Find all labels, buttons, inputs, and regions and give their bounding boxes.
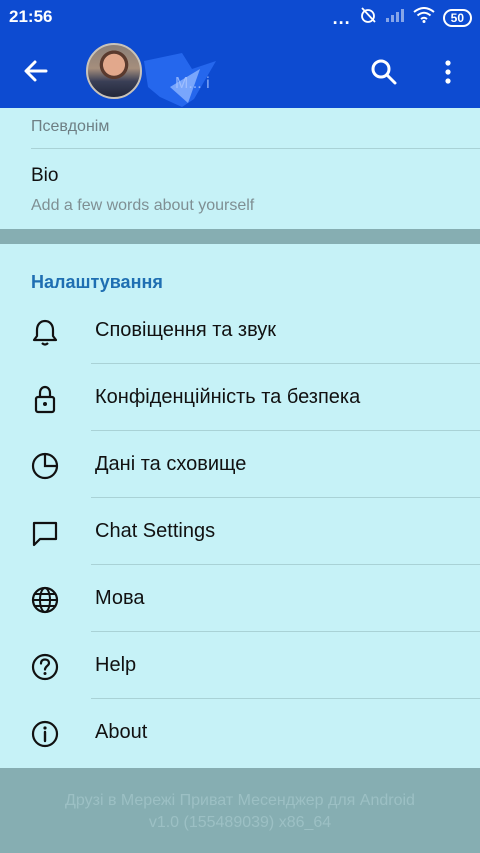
signal-icon (385, 7, 405, 28)
menu-item-label: Help (95, 654, 137, 676)
menu-item-label: Дані та сховище (95, 453, 247, 475)
search-icon (371, 59, 397, 85)
back-arrow-icon (24, 60, 48, 82)
menu-item-label: Сповіщення та звук (95, 319, 277, 341)
menu-item-chat-settings[interactable]: Chat Settings (0, 498, 480, 565)
bio-title[interactable]: Bio (31, 165, 58, 187)
menu-item-privacy[interactable]: Конфіденційність та безпека (0, 364, 480, 431)
more-options-button[interactable] (436, 57, 460, 87)
notification-dots-icon: ... (332, 7, 351, 28)
alarm-off-icon (359, 6, 377, 29)
bio-hint[interactable]: Add a few words about yourself (31, 197, 254, 215)
status-bar: 21:56 ... 50 (0, 0, 480, 33)
app-header: M... i (0, 33, 480, 108)
menu-item-label: Chat Settings (95, 520, 216, 542)
menu-item-label: Конфіденційність та безпека (95, 386, 361, 408)
bell-icon (32, 319, 58, 346)
settings-section: Налаштування Сповіщення та звук Конфіден… (0, 244, 480, 768)
menu-item-label: Мова (95, 587, 145, 609)
menu-item-notifications[interactable]: Сповіщення та звук (0, 297, 480, 364)
back-button[interactable] (20, 55, 52, 87)
menu-item-data-storage[interactable]: Дані та сховище (0, 431, 480, 498)
avatar[interactable] (86, 43, 142, 99)
menu-item-help[interactable]: Help (0, 632, 480, 699)
app-version-text: v1.0 (155489039) x86_64 (148, 814, 332, 831)
status-time: 21:56 (9, 7, 53, 26)
pie-chart-icon (31, 452, 59, 480)
chat-bubble-icon (32, 521, 58, 547)
divider (31, 148, 480, 149)
profile-name: M... i (175, 75, 210, 92)
question-icon (31, 653, 59, 681)
menu-item-language[interactable]: Мова (0, 565, 480, 632)
app-name-text: Друзі в Мережі Приват Месенджер для Andr… (65, 792, 415, 809)
app-version-footer: Друзі в Мережі Приват Месенджер для Andr… (0, 768, 480, 853)
search-button[interactable] (369, 57, 399, 87)
section-separator (0, 229, 480, 244)
wifi-icon (413, 7, 435, 28)
more-vert-icon (445, 60, 451, 84)
profile-section: Псевдонім Bio Add a few words about your… (0, 108, 480, 229)
nickname-label[interactable]: Псевдонім (31, 118, 109, 136)
menu-item-about[interactable]: About (0, 699, 480, 766)
settings-header: Налаштування (31, 272, 163, 292)
globe-icon (31, 586, 59, 614)
status-icons: ... 50 (333, 6, 472, 29)
lock-icon (34, 385, 56, 414)
menu-item-label: About (95, 721, 148, 743)
info-icon (31, 720, 59, 748)
battery-indicator: 50 (442, 8, 472, 27)
